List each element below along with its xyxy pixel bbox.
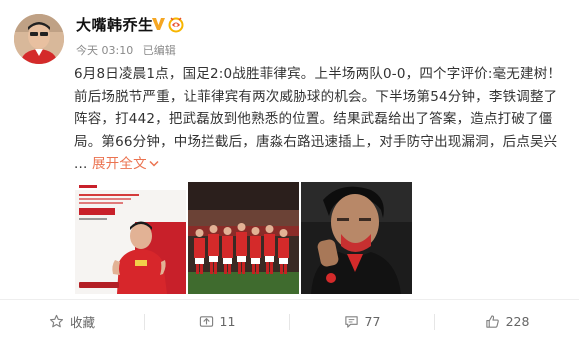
favorite-label: 收藏: [69, 315, 95, 330]
post-text-line: 前后场脱节严重，让菲律宾有两次威胁球的机会。下半场第54分钟，李铁调整了: [74, 88, 558, 105]
author-name[interactable]: 大嘴韩乔生: [76, 14, 154, 35]
ellipsis-text: ...: [74, 156, 88, 172]
expand-full-text-link[interactable]: 展开全文: [92, 156, 159, 172]
chevron-down-icon: [149, 160, 159, 167]
post-text-line: 6月8日凌晨1点，国足2:0战胜菲律宾。上半场两队0-0，四个字评价:毫无建树！: [74, 66, 562, 82]
repost-count: 11: [219, 314, 236, 329]
weibo-post-card: 大嘴韩乔生 今天 03:10 已编辑 6月8日凌晨1点，国足2:0战胜菲律宾。上…: [0, 0, 579, 342]
post-text-last-line: ... 展开全文: [74, 153, 571, 176]
comment-button[interactable]: 77: [290, 300, 434, 343]
star-icon: [49, 314, 64, 328]
team-photo-image[interactable]: [188, 182, 299, 294]
verified-icon: [152, 18, 165, 30]
post-action-bar: 收藏 11 77 228: [0, 299, 579, 343]
comment-icon: [344, 316, 358, 328]
expand-label: 展开全文: [91, 156, 147, 172]
post-text-line: 阵容，打442，把武磊放到他熟悉的位置。结果武磊给出了答案，造点打破了僵: [74, 111, 553, 127]
coach-photo-image[interactable]: [301, 182, 412, 294]
post-meta: 今天 03:10 已编辑: [76, 42, 182, 58]
edited-label[interactable]: 已编辑: [143, 44, 176, 57]
repost-icon: [199, 316, 213, 327]
repost-button[interactable]: 11: [145, 300, 289, 343]
fan-badge-icon[interactable]: [167, 15, 185, 33]
favorite-button[interactable]: 收藏: [0, 300, 144, 343]
promo-poster-image[interactable]: [75, 182, 186, 294]
post-time[interactable]: 今天 03:10: [76, 44, 133, 57]
like-count: 228: [505, 314, 530, 329]
thumbs-up-icon: [485, 315, 499, 328]
post-content: 6月8日凌晨1点，国足2:0战胜菲律宾。上半场两队0-0，四个字评价:毫无建树！…: [74, 63, 571, 176]
author-avatar[interactable]: [14, 14, 64, 64]
like-button[interactable]: 228: [435, 300, 579, 343]
comment-count: 77: [364, 314, 381, 329]
post-text-line: 局。第66分钟，中场拦截后，唐淼右路迅速插上，对手防守出现漏洞，后点吴兴: [74, 133, 558, 150]
